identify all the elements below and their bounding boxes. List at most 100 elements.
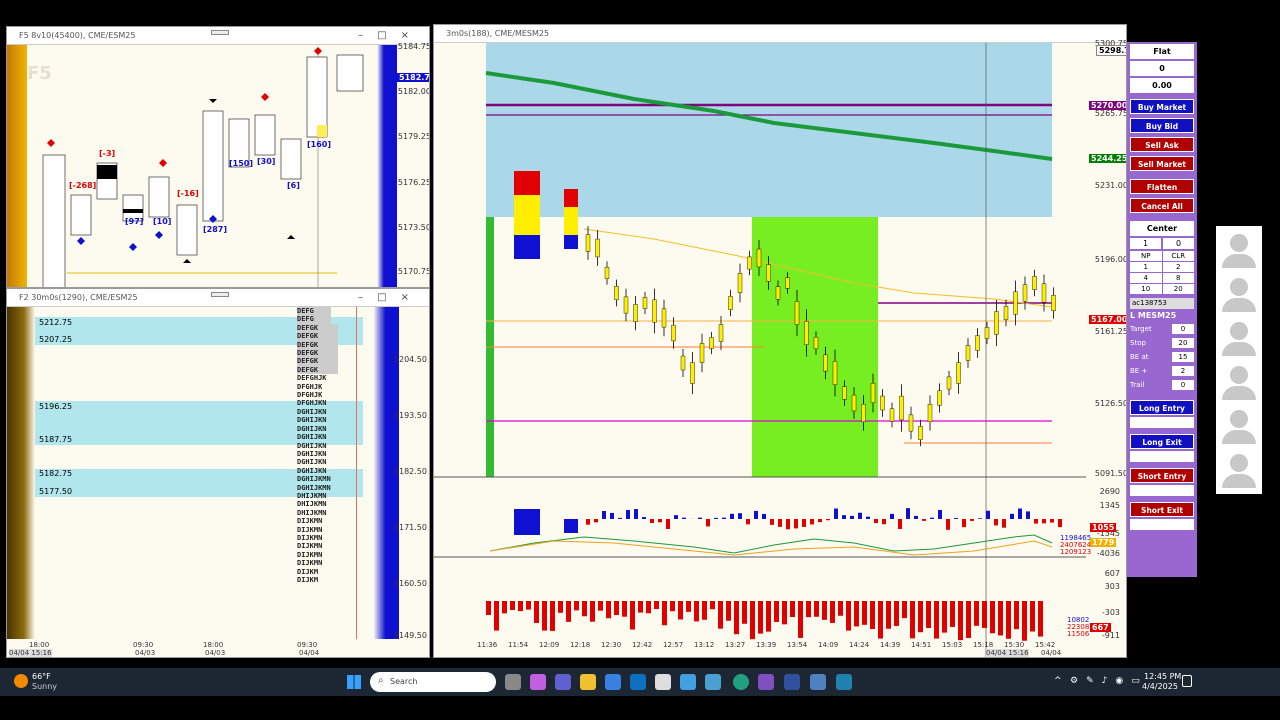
tpo-row: DIJKMN: [297, 517, 323, 526]
buy-bid-button[interactable]: Buy Bid: [1130, 118, 1194, 133]
time-label: 11:54: [508, 641, 529, 649]
osc2-axis: 607 303 -303 -911: [1101, 569, 1120, 640]
clr-button[interactable]: CLR: [1162, 251, 1194, 261]
tray-chevron-icon[interactable]: ^: [1054, 676, 1062, 686]
delta-9: [160]: [307, 140, 332, 149]
tpo-row: DIJKMN: [297, 550, 323, 559]
tpo-row: DIJKMN: [297, 559, 323, 568]
notifications-icon[interactable]: [1182, 675, 1192, 687]
field-input[interactable]: 0: [1172, 324, 1194, 334]
qty-2[interactable]: 2: [1162, 262, 1194, 272]
photos-icon[interactable]: [705, 674, 721, 690]
f2-drag-handle[interactable]: [211, 292, 229, 297]
f5-drag-handle[interactable]: [211, 30, 229, 35]
time-label: 12:09: [539, 641, 560, 649]
tpo-row: DGHIJKMN: [297, 483, 331, 492]
chatgpt-icon[interactable]: [655, 674, 671, 690]
delta-0: [-268]: [69, 181, 97, 190]
np-button[interactable]: NP: [1130, 251, 1162, 261]
field-input[interactable]: 0: [1172, 380, 1194, 390]
qty-4[interactable]: 4: [1130, 273, 1162, 283]
search-placeholder: Search: [390, 677, 418, 686]
flatten-button[interactable]: Flatten: [1130, 179, 1194, 194]
tpo-row: DGHIJKN: [297, 449, 327, 458]
delta-3: [10]: [153, 217, 172, 226]
time-label: 12:42: [632, 641, 653, 649]
level-3: 5187.75: [39, 435, 73, 444]
osc1-tag-4: 1779: [1090, 538, 1117, 547]
start-icon[interactable]: [347, 675, 361, 689]
qty-20[interactable]: 20: [1162, 284, 1194, 294]
time-label: 12:57: [663, 641, 684, 649]
main-titlebar[interactable]: 3m0s(188), CME/MESM25: [434, 25, 1126, 43]
outlook-icon[interactable]: [630, 674, 646, 690]
short-exit-button[interactable]: Short Exit: [1130, 502, 1194, 517]
copilot-app-icon[interactable]: [680, 674, 696, 690]
delta-2: [97]: [125, 217, 144, 226]
tpo-row: DIJKMN: [297, 533, 323, 542]
edge-icon[interactable]: [733, 674, 749, 690]
visual-studio-icon[interactable]: [758, 674, 774, 690]
weather-icon[interactable]: [14, 674, 28, 688]
tpo-row: DGHIJKN: [297, 441, 327, 450]
field-input[interactable]: 20: [1172, 338, 1194, 348]
main-price-chart[interactable]: [434, 43, 1127, 658]
symbol-label: L MESM25: [1130, 311, 1177, 320]
participant-avatar-icon: [1216, 404, 1262, 446]
sell-market-button[interactable]: Sell Market: [1130, 156, 1194, 171]
window-controls[interactable]: –□×: [358, 289, 423, 307]
strategy-select[interactable]: [1130, 519, 1194, 530]
order-panel: Flat 0 0.00 Buy Market Buy Bid Sell Ask …: [1127, 42, 1197, 577]
chart-app-icon[interactable]: [836, 674, 852, 690]
strategy-select[interactable]: [1130, 485, 1194, 496]
weather-temp[interactable]: 66°F: [32, 672, 51, 681]
tpo-row: DEFGK: [297, 323, 338, 333]
teams-icon[interactable]: [555, 674, 571, 690]
tpo-row: DIJKMN: [297, 525, 323, 534]
trading-app-icon[interactable]: [784, 674, 800, 690]
time-label: 11:36: [477, 641, 498, 649]
tpo-row: DEFG: [297, 307, 331, 316]
store-icon[interactable]: [605, 674, 621, 690]
bracket-fields: Target 0 Stop 20 BE at 15 BE +2 Trail 0: [1130, 322, 1194, 392]
field-stop: Stop 20: [1130, 336, 1194, 350]
buy-market-button[interactable]: Buy Market: [1130, 99, 1194, 114]
time-label: 13:12: [694, 641, 715, 649]
tpo-row: DEFGK: [297, 365, 338, 375]
clock-time[interactable]: 12:45 PM: [1144, 672, 1181, 681]
clock-date[interactable]: 4/4/2025: [1142, 682, 1178, 691]
f2-time-axis: 18:00 09:30 18:00 09:30 04/03 04/03 04/0…: [9, 641, 320, 657]
cancel-all-button[interactable]: Cancel All: [1130, 198, 1194, 213]
sell-ask-button[interactable]: Sell Ask: [1130, 137, 1194, 152]
f2-window: F2 30m0s(1290), CME/ESM25 –□× 5212.75 52…: [6, 288, 430, 658]
tpo-row: DGHIJKN: [297, 416, 327, 425]
tpo-row: DGHIJKN: [297, 424, 327, 433]
f2-volume-profile: [7, 307, 35, 639]
search-box[interactable]: ⌕ Search: [370, 672, 496, 692]
taskbar: 66°F Sunny ⌕ Search ^ ⚙✎♪◉▭ 12:45 PM 4/4…: [0, 668, 1280, 696]
task-view-icon[interactable]: [505, 674, 521, 690]
qty-input[interactable]: 1: [1130, 238, 1161, 249]
qty-grid: NP CLR 1 2 4 8 10 20: [1130, 251, 1194, 294]
delta-5: [287]: [203, 225, 228, 234]
copilot-icon[interactable]: [530, 674, 546, 690]
tpo-row: DFGHJKN: [297, 399, 327, 408]
level-5: 5177.50: [39, 487, 73, 496]
long-entry-button[interactable]: Long Entry: [1130, 400, 1194, 415]
field-input[interactable]: 15: [1172, 352, 1194, 362]
field-input[interactable]: 2: [1172, 366, 1194, 376]
qty-10[interactable]: 10: [1130, 284, 1162, 294]
tray-icons[interactable]: ⚙✎♪◉▭: [1070, 676, 1148, 686]
qty-1[interactable]: 1: [1130, 262, 1162, 272]
short-entry-button[interactable]: Short Entry: [1130, 468, 1194, 483]
window-app-icon[interactable]: [810, 674, 826, 690]
file-explorer-icon[interactable]: [580, 674, 596, 690]
center-button[interactable]: Center: [1130, 221, 1194, 236]
long-exit-button[interactable]: Long Exit: [1130, 434, 1194, 449]
strategy-select[interactable]: [1130, 451, 1194, 462]
qty-8[interactable]: 8: [1162, 273, 1194, 283]
time-label: 12:18: [570, 641, 591, 649]
price-tag-high: 5298.75: [1096, 45, 1126, 56]
account-select[interactable]: ac138753: [1130, 298, 1194, 309]
strategy-select[interactable]: [1130, 417, 1194, 428]
